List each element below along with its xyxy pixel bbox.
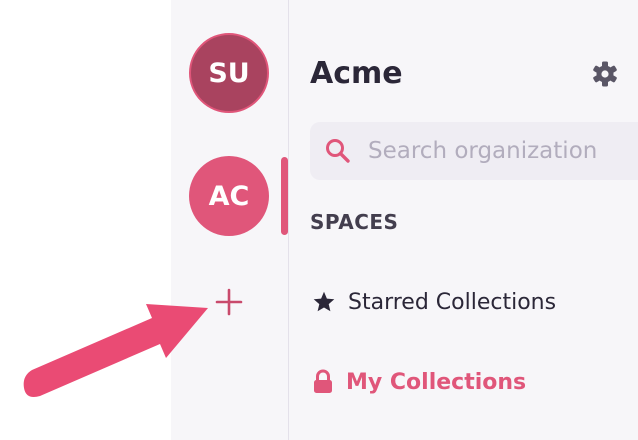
nav-item-label: Starred Collections: [348, 289, 557, 315]
nav-item-starred-collections[interactable]: Starred Collections: [312, 284, 556, 320]
org-title: Acme: [310, 56, 403, 91]
org-avatar-su[interactable]: SU: [189, 33, 269, 113]
organization-panel: Acme SPACES Starred Collections: [289, 0, 638, 440]
nav-item-label: My Collections: [346, 369, 527, 395]
org-avatar-ac[interactable]: AC: [189, 156, 269, 236]
org-settings-button[interactable]: [589, 58, 621, 90]
star-icon: [313, 291, 335, 312]
organization-sidebar: SU AC: [171, 0, 289, 440]
search-icon: [326, 139, 350, 163]
search-input[interactable]: [368, 122, 638, 180]
org-avatar-initials: SU: [208, 57, 250, 89]
plus-icon: [215, 288, 243, 316]
nav-item-my-collections[interactable]: My Collections: [312, 364, 526, 400]
spaces-section-heading: SPACES: [310, 210, 399, 234]
org-search[interactable]: [310, 122, 638, 180]
active-org-indicator: [281, 157, 288, 235]
add-organization-button[interactable]: [211, 284, 247, 320]
gear-icon: [593, 61, 617, 87]
lock-icon: [314, 369, 332, 393]
org-avatar-initials: AC: [208, 180, 250, 212]
